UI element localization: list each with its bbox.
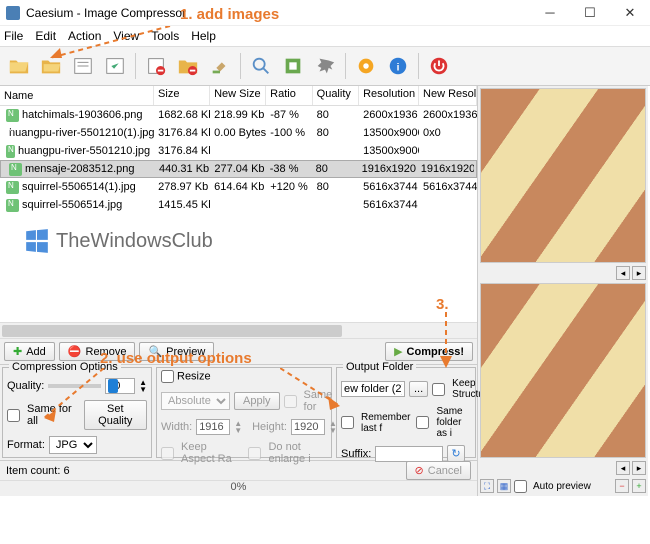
resize-checkbox[interactable]: [161, 370, 174, 383]
preview-button[interactable]: 🔍Preview: [139, 342, 214, 361]
no-enlarge-checkbox[interactable]: [248, 447, 261, 460]
same-for-checkbox[interactable]: [284, 395, 297, 408]
clear-list-icon[interactable]: [205, 51, 235, 81]
menu-view[interactable]: View: [113, 29, 139, 43]
reset-suffix-button[interactable]: ↻: [447, 445, 464, 462]
file-list[interactable]: hatchimals-1903606.png1682.68 Kb218.99 K…: [0, 106, 477, 214]
same-for-all-checkbox[interactable]: [7, 409, 20, 422]
svg-text:i: i: [397, 63, 400, 74]
add-button[interactable]: ✚Add: [4, 342, 55, 361]
scroll-left-icon[interactable]: ◂: [616, 266, 630, 280]
keep-aspect-checkbox[interactable]: [161, 447, 174, 460]
remove-item-icon[interactable]: [141, 51, 171, 81]
col-newresolution[interactable]: New Resoluti: [419, 86, 477, 105]
toolbar: i: [0, 46, 650, 86]
actual-size-icon[interactable]: ▦: [497, 479, 511, 493]
menu-tools[interactable]: Tools: [151, 29, 179, 43]
height-input[interactable]: [291, 419, 325, 435]
watermark: TheWindowsClub: [24, 228, 213, 254]
table-row[interactable]: huangpu-river-5501210(1).jpg3176.84 Kb0.…: [0, 124, 477, 142]
app-icon: [6, 6, 20, 20]
zoom-in-icon[interactable]: +: [632, 479, 646, 493]
menu-edit[interactable]: Edit: [35, 29, 56, 43]
horizontal-scrollbar[interactable]: [0, 322, 477, 338]
menu-file[interactable]: File: [4, 29, 23, 43]
zoom-out-icon[interactable]: −: [615, 479, 629, 493]
preview-icon[interactable]: [246, 51, 276, 81]
window-title: Caesium - Image Compressor: [26, 6, 530, 20]
settings-icon[interactable]: [310, 51, 340, 81]
remember-last-checkbox[interactable]: [341, 416, 354, 429]
scroll-right-icon[interactable]: ▸: [632, 266, 646, 280]
quality-spinner[interactable]: ▲▼: [139, 379, 147, 393]
table-row[interactable]: huangpu-river-5501210.jpg3176.84 Kb13500…: [0, 142, 477, 160]
col-size[interactable]: Size: [154, 86, 210, 105]
scroll-right-icon-2[interactable]: ▸: [632, 461, 646, 475]
compression-options-group: Compression Options Quality: ▲▼ Same for…: [2, 367, 152, 458]
menu-help[interactable]: Help: [191, 29, 216, 43]
compress-icon[interactable]: [278, 51, 308, 81]
open-folder-icon[interactable]: [36, 51, 66, 81]
table-row[interactable]: mensaje-2083512.png440.31 Kb277.04 Kb-38…: [0, 160, 477, 178]
close-button[interactable]: ✕: [610, 0, 650, 26]
titlebar: Caesium - Image Compressor ─ ☐ ✕: [0, 0, 650, 26]
suffix-input[interactable]: [375, 446, 443, 462]
resize-mode-select[interactable]: Absolute: [161, 392, 230, 410]
same-folder-checkbox[interactable]: [416, 416, 429, 429]
col-quality[interactable]: Quality: [313, 86, 359, 105]
remove-folder-icon[interactable]: [173, 51, 203, 81]
maximize-button[interactable]: ☐: [570, 0, 610, 26]
output-path-input[interactable]: [341, 381, 405, 397]
col-newsize[interactable]: New Size: [210, 86, 266, 105]
cancel-button[interactable]: ⊘Cancel: [406, 461, 471, 480]
info-icon[interactable]: i: [383, 51, 413, 81]
col-name[interactable]: Name: [0, 86, 154, 105]
keep-structure-checkbox[interactable]: [432, 383, 445, 396]
table-row[interactable]: hatchimals-1903606.png1682.68 Kb218.99 K…: [0, 106, 477, 124]
open-file-icon[interactable]: [4, 51, 34, 81]
quality-label: Quality:: [7, 380, 44, 392]
fit-icon[interactable]: ⛶: [480, 479, 494, 493]
preview-original: [480, 88, 646, 263]
menubar: File Edit Action View Tools Help: [0, 26, 650, 46]
item-count: Item count: 6: [6, 465, 70, 477]
browse-button[interactable]: ...: [409, 381, 428, 397]
width-input[interactable]: [196, 419, 230, 435]
compress-button[interactable]: ▶Compress!: [385, 342, 473, 361]
gear-icon[interactable]: [351, 51, 381, 81]
table-row[interactable]: squirrel-5506514(1).jpg278.97 Kb614.64 K…: [0, 178, 477, 196]
resize-group: Resize Absolute Apply Same for Width: ▲▼…: [156, 367, 332, 458]
output-folder-group: Output Folder ... Keep Structure Remembe…: [336, 367, 476, 458]
table-row[interactable]: squirrel-5506514.jpg1415.45 Kb5616x3744: [0, 196, 477, 214]
format-select[interactable]: JPG: [49, 436, 97, 454]
set-quality-button[interactable]: Set Quality: [84, 400, 147, 430]
quality-slider[interactable]: [48, 384, 101, 388]
save-list-icon[interactable]: [100, 51, 130, 81]
preview-compressed: [480, 283, 646, 458]
open-list-icon[interactable]: [68, 51, 98, 81]
col-ratio[interactable]: Ratio: [266, 86, 312, 105]
remove-button[interactable]: ⛔Remove: [59, 342, 136, 361]
col-resolution[interactable]: Resolution: [359, 86, 419, 105]
power-icon[interactable]: [424, 51, 454, 81]
menu-action[interactable]: Action: [68, 29, 101, 43]
minimize-button[interactable]: ─: [530, 0, 570, 26]
apply-button[interactable]: Apply: [234, 392, 280, 410]
progress-bar: 0%: [0, 480, 477, 496]
list-header: Name Size New Size Ratio Quality Resolut…: [0, 86, 477, 106]
scroll-left-icon-2[interactable]: ◂: [616, 461, 630, 475]
format-label: Format:: [7, 439, 45, 451]
auto-preview-checkbox[interactable]: [514, 480, 527, 493]
